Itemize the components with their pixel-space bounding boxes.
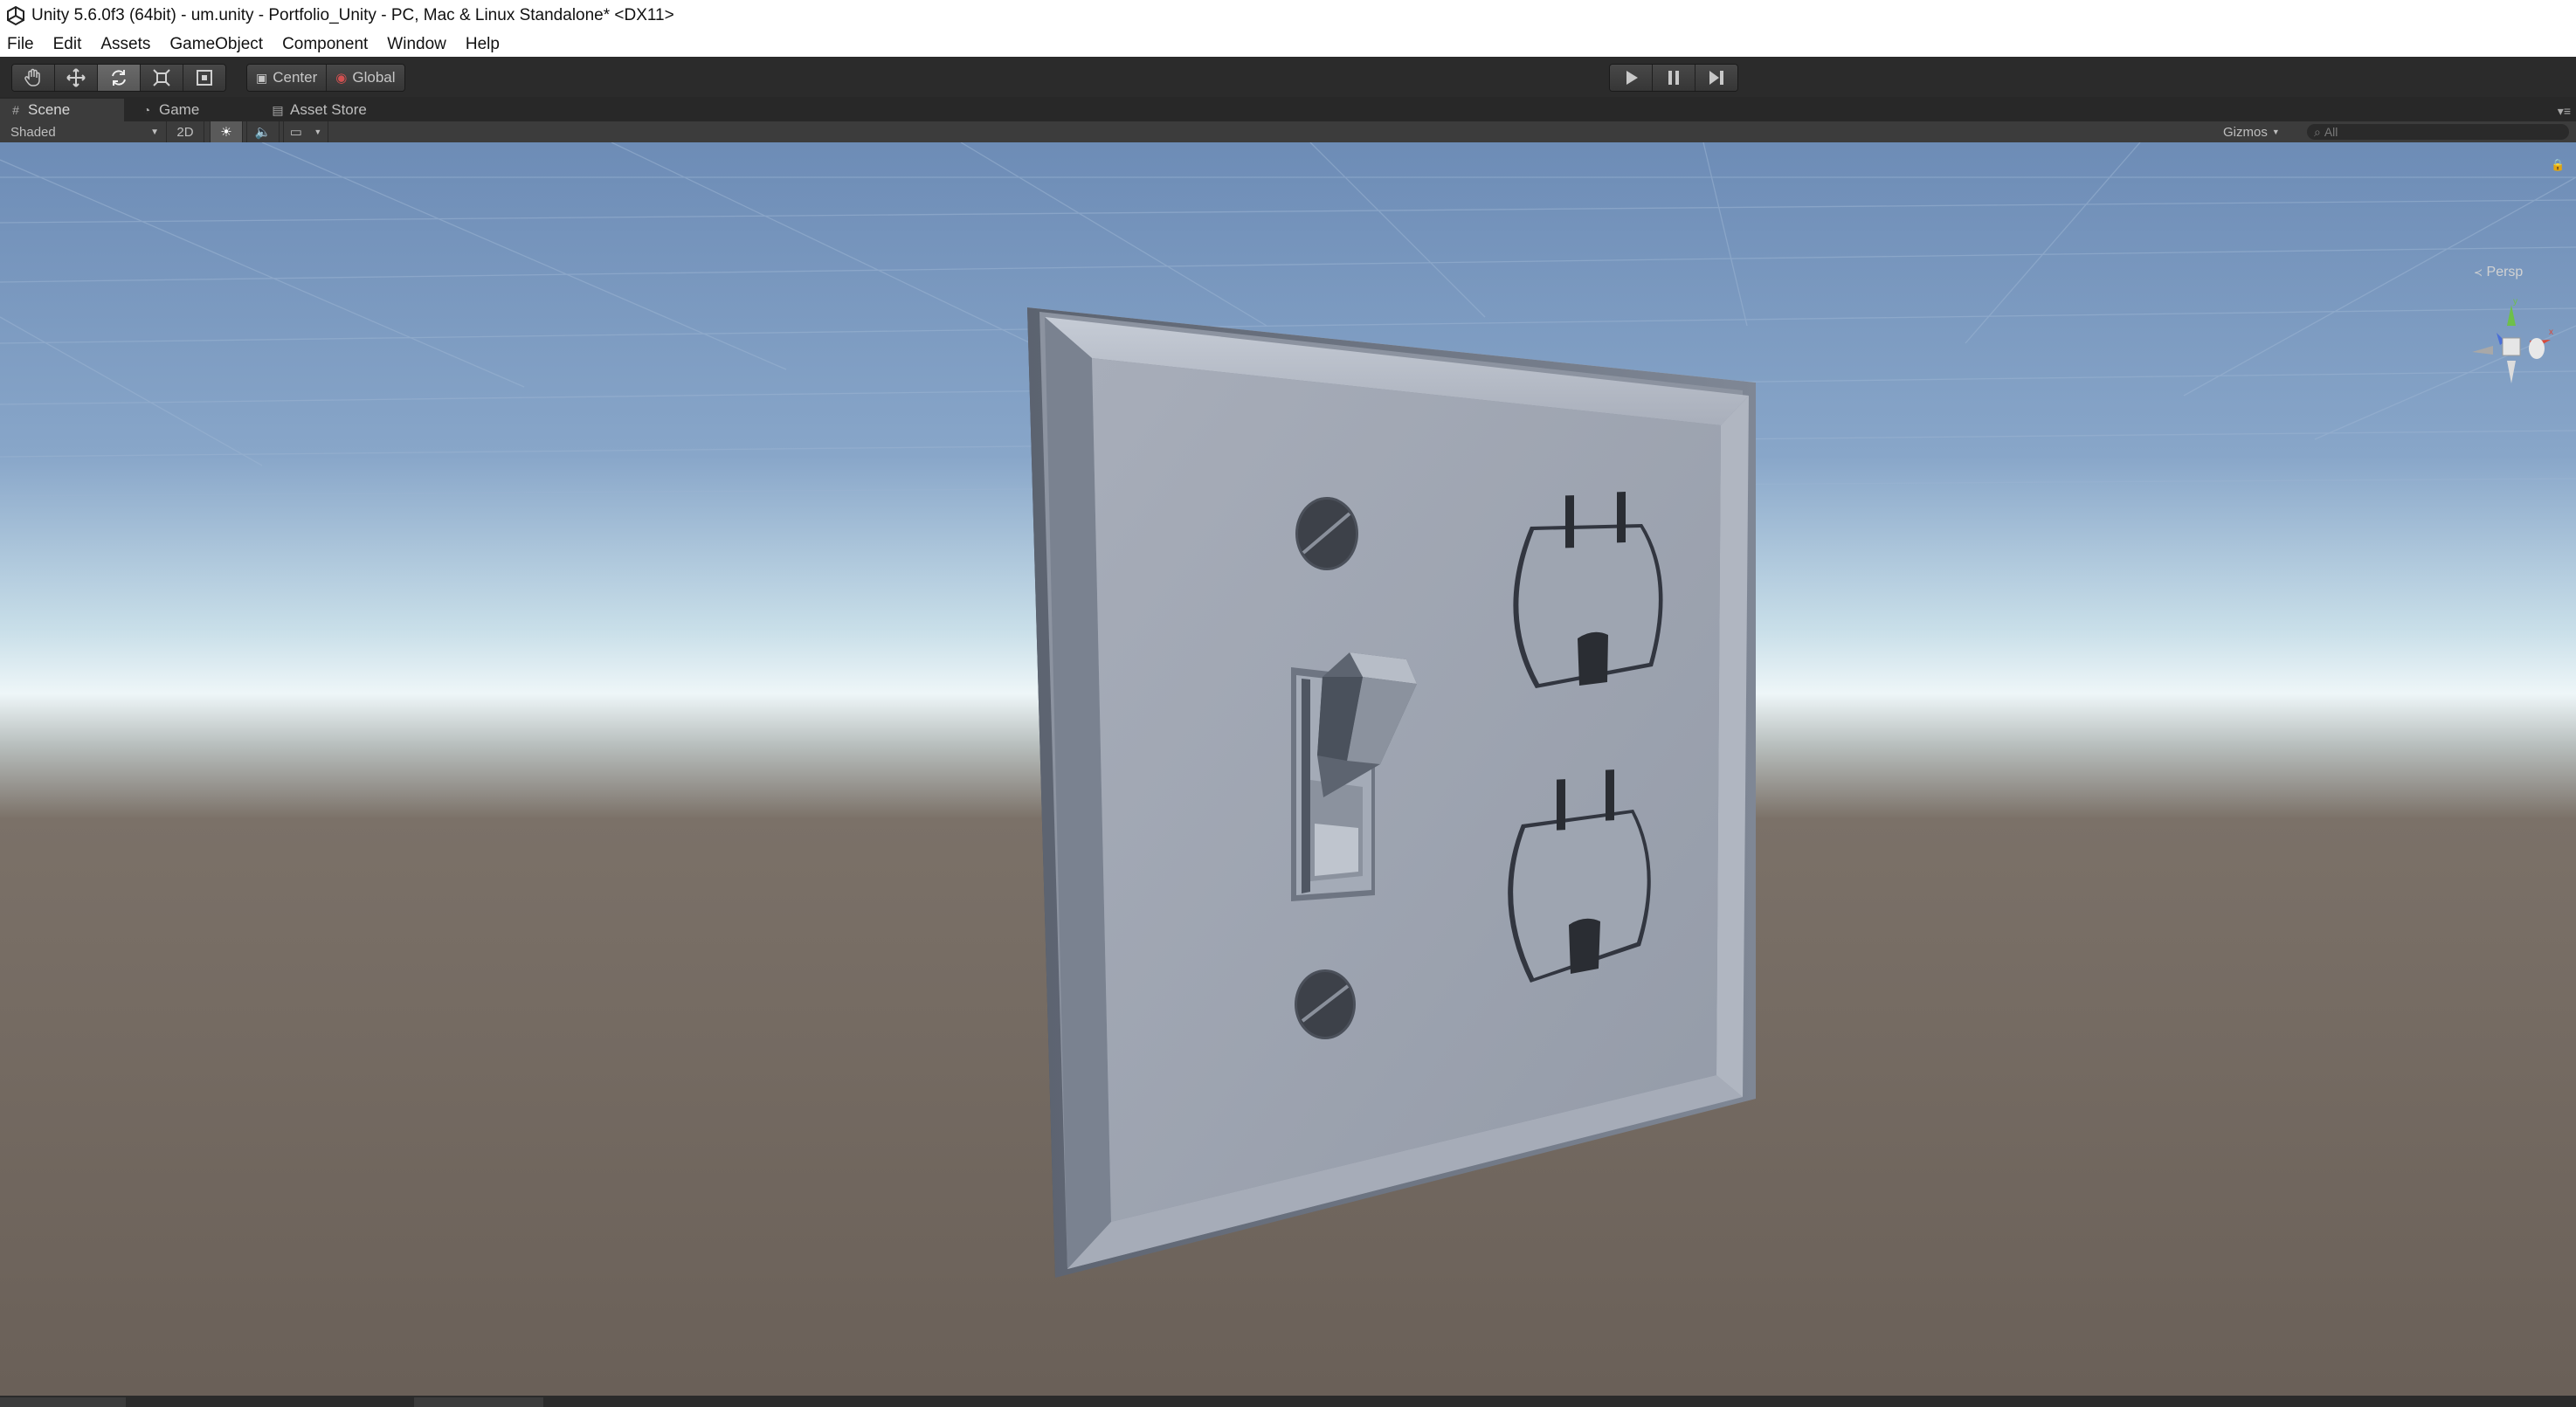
menu-bar: File Edit Assets GameObject Component Wi… (0, 31, 2576, 57)
search-placeholder: All (2324, 125, 2338, 139)
tab-scene[interactable]: # Scene (0, 99, 124, 121)
scene-render (0, 142, 2576, 1396)
neg-x-axis-cone-icon[interactable] (2472, 346, 2493, 355)
editor-tab-bar: # Scene ◔ Game ▤ Asset Store ▾≡ (0, 97, 2576, 121)
scale-icon (153, 69, 170, 86)
pause-icon (1668, 71, 1679, 85)
tab-game[interactable]: ◔ Game (131, 99, 253, 121)
pivot-toggles: ▣ Center ◉ Global (246, 64, 405, 92)
speaker-icon: 🔈 (254, 125, 272, 140)
screw-bottom (1295, 969, 1356, 1039)
gizmos-dropdown[interactable]: Gizmos ▼ (2223, 121, 2284, 142)
scene-view-toolbar: Shaded ▼ 2D ☀ 🔈 ▭ ▼ Gizmos ▼ ⌕ All (0, 121, 2576, 143)
menu-component[interactable]: Component (273, 31, 377, 57)
gizmos-label: Gizmos (2223, 124, 2268, 140)
image-icon: ▭ (289, 125, 302, 140)
sun-icon: ☀ (220, 125, 232, 140)
bottom-tab-2[interactable] (414, 1397, 543, 1407)
lock-icon[interactable]: 🔒 (2551, 158, 2565, 172)
tab-game-label: Game (159, 101, 200, 118)
menu-gameobject[interactable]: GameObject (160, 31, 273, 57)
rotate-tool-button[interactable] (98, 65, 141, 91)
hand-tool-button[interactable] (12, 65, 55, 91)
unity-logo-icon (5, 5, 26, 26)
menu-help[interactable]: Help (456, 31, 509, 57)
menu-file[interactable]: File (0, 31, 44, 57)
toggle-2d-label: 2D (176, 124, 194, 140)
scene-viewport[interactable]: y x 🔒 ≺ Persp (0, 142, 2576, 1396)
chevron-down-icon: ▼ (2271, 128, 2280, 136)
step-button[interactable] (1695, 65, 1737, 91)
screw-top (1295, 497, 1358, 570)
lighting-toggle[interactable]: ☀ (210, 121, 243, 142)
rect-transform-icon (197, 70, 212, 86)
neg-y-axis-cone-icon[interactable] (2507, 361, 2516, 383)
scene-orientation-gizmo[interactable]: y x (2463, 298, 2559, 394)
y-axis-cone-icon[interactable] (2507, 305, 2516, 326)
tab-asset-store[interactable]: ▤ Asset Store (262, 99, 428, 121)
scale-tool-button[interactable] (141, 65, 183, 91)
step-icon (1709, 71, 1723, 85)
pivot-global-button[interactable]: ◉ Global (327, 65, 404, 91)
pacman-icon: ◔ (142, 103, 151, 117)
projection-icon: ≺ (2474, 266, 2483, 279)
search-icon: ⌕ (2314, 124, 2321, 139)
draw-mode-dropdown[interactable]: Shaded ▼ (10, 121, 159, 142)
tab-scene-label: Scene (28, 101, 71, 118)
main-toolbar: ▣ Center ◉ Global (0, 57, 2576, 97)
title-bar: Unity 5.6.0f3 (64bit) - um.unity - Portf… (0, 0, 2576, 31)
svg-text:x: x (2549, 328, 2553, 337)
hierarchy-search-input[interactable]: ⌕ All (2307, 124, 2569, 140)
playback-controls (1609, 64, 1738, 92)
grid-icon: # (12, 103, 19, 117)
draw-mode-label: Shaded (10, 124, 56, 140)
pivot-global-label: Global (352, 69, 396, 86)
move-arrows-icon (66, 68, 86, 87)
panel-menu-icon[interactable]: ▾≡ (2558, 104, 2571, 119)
rect-tool-button[interactable] (183, 65, 225, 91)
pivot-center-label: Center (273, 69, 318, 86)
pivot-center-icon: ▣ (256, 70, 268, 85)
hand-icon (24, 68, 40, 86)
audio-toggle[interactable]: 🔈 (246, 121, 280, 142)
menu-assets[interactable]: Assets (91, 31, 160, 57)
window-title: Unity 5.6.0f3 (64bit) - um.unity - Portf… (31, 6, 674, 24)
play-icon (1626, 71, 1638, 85)
pause-button[interactable] (1653, 65, 1695, 91)
rotate-icon (112, 70, 126, 86)
global-icon: ◉ (335, 71, 348, 86)
svg-text:y: y (2513, 298, 2517, 307)
toggle-2d-button[interactable]: 2D (166, 121, 204, 142)
projection-text: Persp (2486, 265, 2524, 279)
projection-label[interactable]: ≺ Persp (2474, 265, 2523, 280)
transform-tools (11, 64, 226, 92)
menu-window[interactable]: Window (377, 31, 456, 57)
tab-asset-store-label: Asset Store (290, 101, 367, 118)
bottom-panel-strip (0, 1396, 2576, 1407)
play-button[interactable] (1610, 65, 1653, 91)
move-tool-button[interactable] (55, 65, 98, 91)
chevron-down-icon: ▼ (150, 127, 159, 137)
menu-edit[interactable]: Edit (44, 31, 92, 57)
effects-dropdown[interactable]: ▭ ▼ (283, 121, 328, 142)
gizmo-center-cube-icon[interactable] (2502, 337, 2521, 356)
chevron-down-icon: ▼ (314, 128, 322, 136)
pivot-center-button[interactable]: ▣ Center (247, 65, 328, 91)
bottom-tab-1[interactable] (0, 1397, 126, 1407)
shopping-bag-icon: ▤ (272, 102, 284, 117)
